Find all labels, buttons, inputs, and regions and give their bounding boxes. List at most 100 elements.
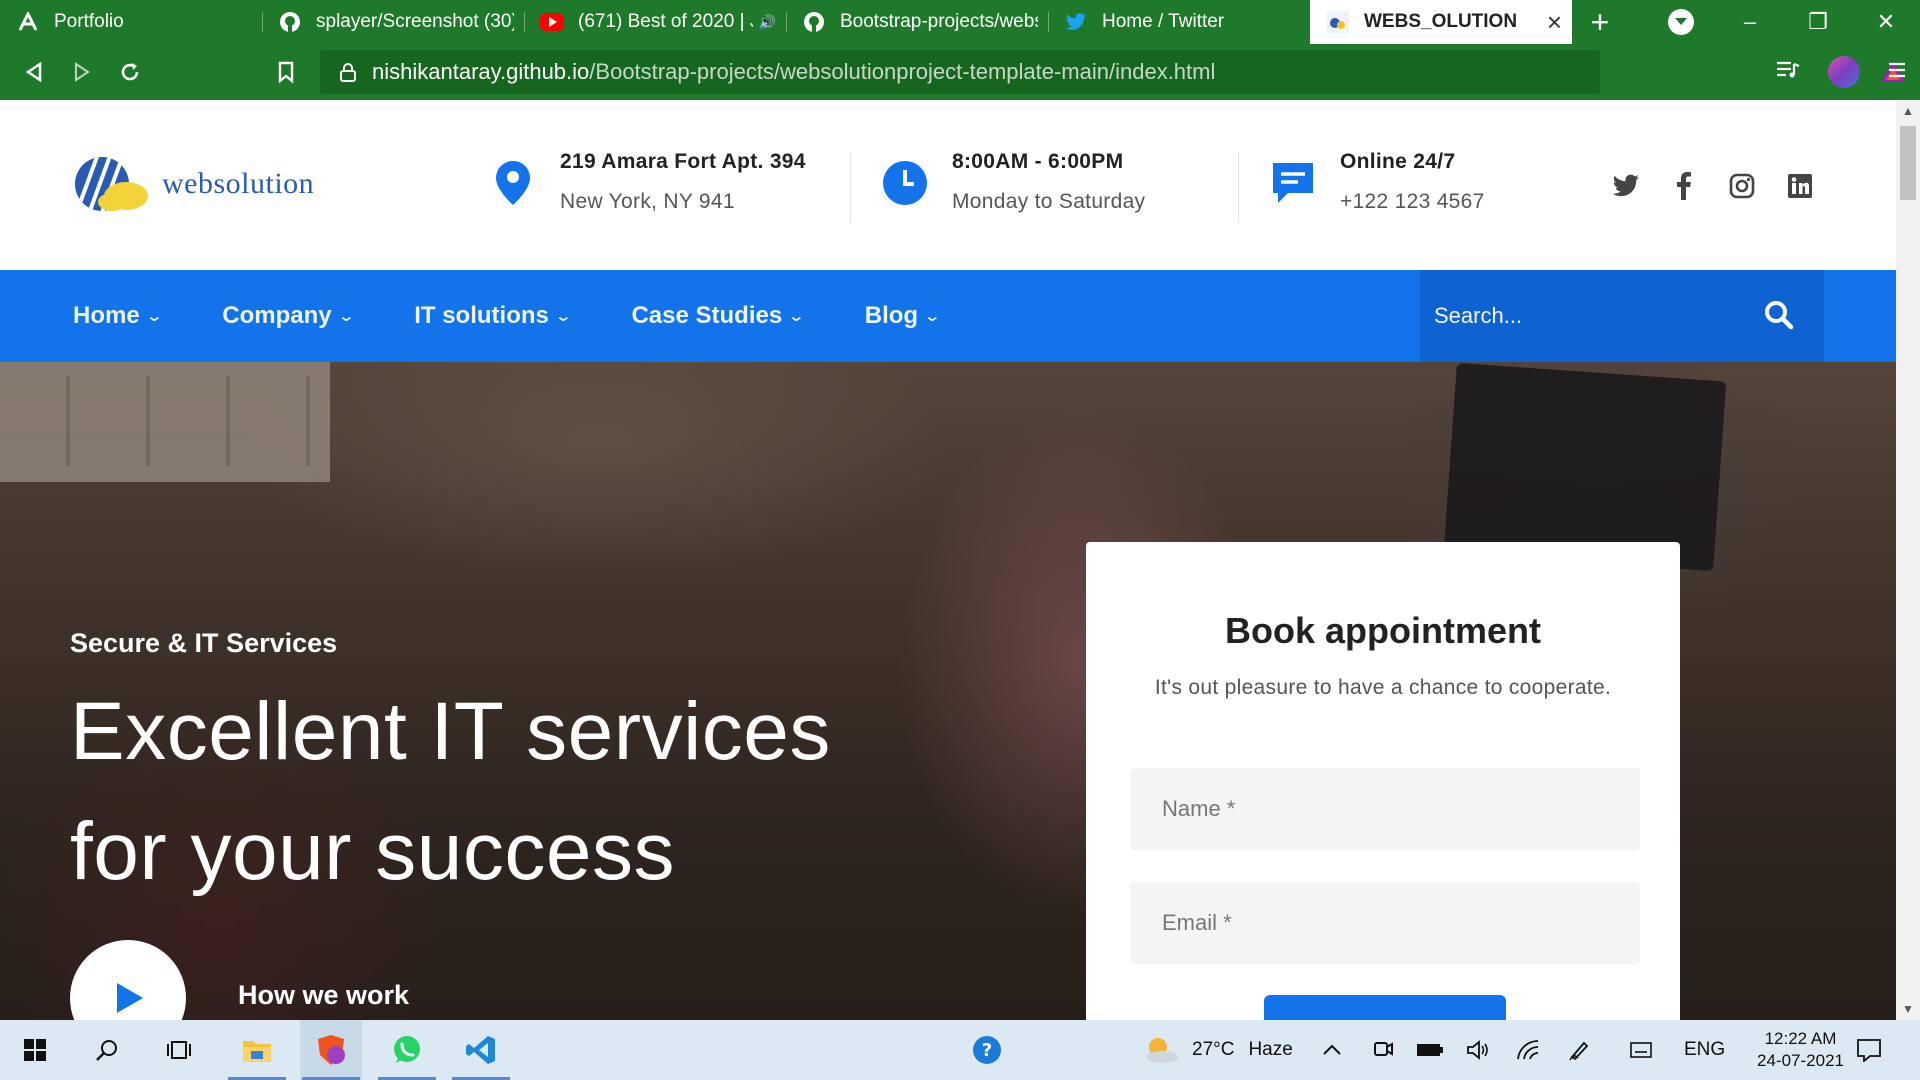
- appointment-card: Book appointment It's out pleasure to ha…: [1086, 542, 1680, 1020]
- nav-home[interactable]: Home ⌄: [73, 302, 163, 330]
- weather-widget[interactable]: 27°C Haze: [1140, 1020, 1293, 1080]
- svg-text:?: ?: [982, 1040, 992, 1061]
- search-icon[interactable]: [76, 1020, 138, 1080]
- reload-icon[interactable]: [106, 48, 154, 96]
- name-field[interactable]: Name *: [1130, 768, 1640, 850]
- hero-title-line2: for your success: [70, 806, 675, 897]
- file-explorer-icon[interactable]: [226, 1020, 288, 1080]
- twitter-icon[interactable]: [1612, 172, 1640, 200]
- close-window-icon[interactable]: ✕: [1852, 9, 1920, 35]
- language-indicator[interactable]: ENG: [1684, 1020, 1725, 1080]
- address-bar[interactable]: nishikantaray.github.io/Bootstrap-projec…: [320, 50, 1905, 94]
- search-input[interactable]: [1434, 303, 1754, 329]
- tab-title: splayer/Screenshot (30).p: [316, 11, 514, 32]
- youtube-icon: [540, 10, 564, 34]
- site-logo[interactable]: websolution: [68, 152, 314, 216]
- brave-browser-icon[interactable]: [300, 1020, 362, 1080]
- linkedin-icon[interactable]: [1786, 172, 1814, 200]
- email-field[interactable]: Email *: [1130, 882, 1640, 964]
- notifications-icon[interactable]: [1856, 1020, 1882, 1080]
- site-topbar: websolution 219 Amara Fort Apt. 394 New …: [0, 100, 1896, 270]
- volume-icon[interactable]: [1466, 1020, 1490, 1080]
- bookmark-icon[interactable]: [262, 48, 310, 96]
- nav-blog[interactable]: Blog ⌄: [864, 302, 941, 330]
- hero-title: Excellent IT services for your success: [70, 672, 831, 912]
- scroll-thumb[interactable]: [1900, 126, 1916, 200]
- hours-line2: Monday to Saturday: [952, 190, 1146, 213]
- nav-case-studies[interactable]: Case Studies ⌄: [631, 302, 805, 330]
- social-links: [1612, 172, 1844, 200]
- tab-title: WEBS_OLUTION: [1364, 11, 1518, 32]
- how-we-work-link[interactable]: How we work: [238, 980, 409, 1011]
- profile-avatar[interactable]: [1828, 56, 1860, 88]
- contact-line2: +122 123 4567: [1340, 190, 1485, 213]
- meet-now-icon[interactable]: [1372, 1020, 1394, 1080]
- tab-github-bootstrap[interactable]: Bootstrap-projects/webs: [786, 0, 1048, 44]
- speaker-icon[interactable]: 🔊: [759, 14, 776, 31]
- windows-icon: [24, 1039, 46, 1061]
- pen-icon[interactable]: [1568, 1020, 1590, 1080]
- tab-github-screenshot[interactable]: splayer/Screenshot (30).p: [262, 0, 524, 44]
- menu-icon[interactable]: [1888, 61, 1906, 84]
- battery-icon[interactable]: [1416, 1020, 1444, 1080]
- weather-temperature: 27°C: [1192, 1039, 1235, 1060]
- contact-info: Online 24/7 +122 123 4567: [1268, 150, 1485, 214]
- alpha-icon: [16, 10, 40, 34]
- tab-youtube[interactable]: (671) Best of 2020 | Ju 🔊: [524, 0, 786, 44]
- nav-label: Blog: [864, 302, 919, 329]
- browser-tab-strip: Portfolio splayer/Screenshot (30).p (671…: [0, 0, 1920, 44]
- nav-company[interactable]: Company ⌄: [222, 302, 355, 330]
- whatsapp-icon[interactable]: [376, 1020, 438, 1080]
- tab-twitter[interactable]: Home / Twitter: [1048, 0, 1310, 44]
- task-view-icon[interactable]: [148, 1020, 210, 1080]
- scroll-up-icon[interactable]: ▲: [1896, 104, 1920, 118]
- minimize-icon[interactable]: –: [1716, 9, 1784, 35]
- chevron-down-icon: ⌄: [145, 308, 163, 325]
- new-tab-button[interactable]: +: [1572, 0, 1628, 44]
- scroll-down-icon[interactable]: ▼: [1896, 1002, 1920, 1016]
- nav-label: IT solutions: [414, 302, 549, 329]
- toolbar-right: [1762, 44, 1920, 100]
- show-hidden-icons[interactable]: [1322, 1020, 1342, 1080]
- hours-line1: 8:00AM - 6:00PM: [952, 150, 1124, 173]
- page-scrollbar[interactable]: ▲ ▼: [1896, 100, 1920, 1020]
- address-info: 219 Amara Fort Apt. 394 New York, NY 941: [488, 150, 806, 214]
- lock-icon: [340, 63, 356, 82]
- facebook-icon[interactable]: [1670, 172, 1698, 200]
- tab-title: Portfolio: [54, 11, 124, 32]
- vscode-icon[interactable]: [450, 1020, 512, 1080]
- nav-label: Home: [73, 302, 140, 329]
- forward-icon[interactable]: [58, 48, 106, 96]
- wifi-icon[interactable]: [1516, 1020, 1540, 1080]
- tab-portfolio[interactable]: Portfolio: [0, 0, 262, 44]
- github-icon: [802, 10, 826, 34]
- back-icon[interactable]: [10, 48, 58, 96]
- logo-text: websolution: [162, 167, 315, 200]
- chevron-down-icon: ⌄: [337, 308, 355, 325]
- tab-search-icon[interactable]: [1668, 9, 1694, 35]
- system-clock[interactable]: 12:22 AM 24-07-2021: [1757, 1028, 1844, 1072]
- search-icon[interactable]: [1764, 300, 1794, 335]
- playlist-icon[interactable]: [1776, 60, 1800, 85]
- twitter-icon: [1064, 10, 1088, 34]
- address-line2: New York, NY 941: [560, 190, 735, 213]
- browser-toolbar: nishikantaray.github.io/Bootstrap-projec…: [0, 44, 1920, 100]
- submit-button[interactable]: [1264, 995, 1506, 1020]
- site-icon: [1326, 10, 1350, 34]
- nav-label: Case Studies: [631, 302, 783, 329]
- nav-it-solutions[interactable]: IT solutions ⌄: [414, 302, 572, 330]
- tab-title: Home / Twitter: [1102, 11, 1225, 32]
- restore-icon[interactable]: ❐: [1784, 9, 1852, 35]
- tab-websolution[interactable]: WEBS_OLUTION ×: [1310, 0, 1572, 44]
- logo-cloud-icon: [75, 157, 148, 211]
- close-tab-icon[interactable]: ×: [1547, 7, 1562, 38]
- touch-keyboard-icon[interactable]: [1630, 1020, 1652, 1080]
- location-pin-icon: [488, 158, 538, 208]
- hero-subtitle: Secure & IT Services: [70, 628, 338, 658]
- appointment-text: It's out pleasure to have a chance to co…: [1154, 676, 1612, 699]
- divider: [1238, 152, 1239, 222]
- start-button[interactable]: [4, 1020, 66, 1080]
- divider: [850, 152, 851, 222]
- instagram-icon[interactable]: [1728, 172, 1756, 200]
- help-icon[interactable]: ?: [956, 1020, 1018, 1080]
